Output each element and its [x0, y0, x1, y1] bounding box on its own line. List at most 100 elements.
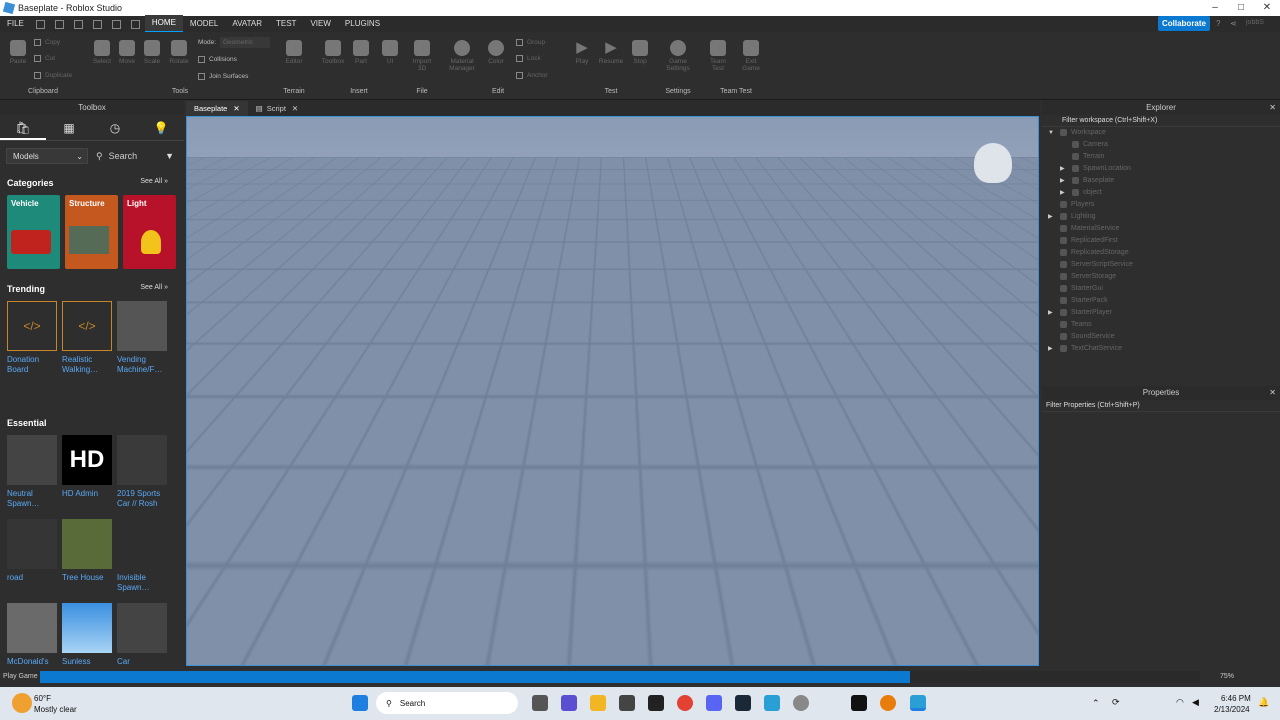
trending-item[interactable]: </> Realistic Walking… — [62, 301, 116, 375]
tree-item-soundservice[interactable]: SoundService — [1042, 331, 1280, 343]
toolbox-search[interactable]: ⚲ Search — [96, 151, 137, 162]
tree-item-materialservice[interactable]: MaterialService — [1042, 223, 1280, 235]
volume-icon[interactable]: ◀ — [1192, 697, 1199, 708]
tab-avatar[interactable]: AVATAR — [225, 16, 269, 32]
join-surfaces-checkbox[interactable]: Join Surfaces — [198, 73, 248, 80]
open-icon[interactable] — [54, 19, 64, 29]
menu-file[interactable]: FILE — [0, 16, 31, 32]
tree-item-replicatedfirst[interactable]: ReplicatedFirst — [1042, 235, 1280, 247]
close-icon[interactable]: ✕ — [233, 101, 239, 116]
color-button[interactable]: Color — [484, 40, 508, 65]
collapsed-arrow-icon[interactable]: ▶ — [1060, 163, 1065, 175]
material-manager-button[interactable]: Material Manager — [446, 40, 478, 72]
tab-view[interactable]: VIEW — [303, 16, 337, 32]
exit-game-button[interactable]: Exit Game — [737, 40, 765, 72]
new-icon[interactable] — [35, 19, 45, 29]
tree-item-startergui[interactable]: StarterGui — [1042, 283, 1280, 295]
mode-select[interactable]: Geometric — [220, 37, 270, 48]
tree-item-spawnlocation[interactable]: ▶ SpawnLocation — [1042, 163, 1280, 175]
tree-item-serverscriptservice[interactable]: ServerScriptService — [1042, 259, 1280, 271]
category-light[interactable]: Light — [123, 195, 176, 269]
close-button[interactable]: ✕ — [1254, 0, 1280, 16]
tree-item-terrain[interactable]: Terrain — [1042, 151, 1280, 163]
essential-item[interactable]: road — [7, 519, 61, 583]
blender-icon[interactable] — [880, 695, 896, 711]
network-icon[interactable]: ⟳ — [1112, 697, 1120, 708]
collapsed-arrow-icon[interactable]: ▶ — [1048, 343, 1053, 355]
cut-button[interactable]: Cut — [34, 55, 55, 62]
clock-date[interactable]: 2/13/2024 — [1214, 705, 1250, 714]
tree-item-object[interactable]: ▶ object — [1042, 187, 1280, 199]
clock-time[interactable]: 6:46 PM — [1221, 694, 1251, 703]
tree-item-starterplayer[interactable]: ▶ StarterPlayer — [1042, 307, 1280, 319]
stop-small-icon[interactable] — [92, 19, 102, 29]
essential-item[interactable]: 2019 Sports Car // Rosh — [117, 435, 171, 509]
toolbox-button[interactable]: Toolbox — [318, 40, 348, 65]
resume-button[interactable]: ▶ Resume — [597, 40, 625, 66]
teams-icon[interactable] — [561, 695, 577, 711]
taskbar-search[interactable]: ⚲ Search — [376, 692, 518, 714]
categories-see-all[interactable]: See All » — [140, 178, 168, 185]
stop-button[interactable]: Stop — [628, 40, 652, 65]
minimize-button[interactable]: – — [1202, 0, 1228, 16]
ui-button[interactable]: UI — [379, 40, 401, 65]
trending-item[interactable]: </> Donation Board — [7, 301, 61, 375]
essential-item[interactable]: HD HD Admin — [62, 435, 116, 499]
help-icon[interactable]: ? — [1216, 19, 1220, 28]
file-explorer-icon[interactable] — [590, 695, 606, 711]
inventory-tab-icon[interactable]: ▦ — [46, 115, 92, 140]
selected-part[interactable] — [552, 382, 604, 472]
duplicate-button[interactable]: Duplicate — [34, 72, 72, 79]
close-icon[interactable]: ✕ — [1269, 101, 1276, 115]
tree-item-lighting[interactable]: ▶ Lighting — [1042, 211, 1280, 223]
lock-button[interactable]: Lock — [516, 55, 541, 62]
notification-bell-icon[interactable]: 🔔 — [1258, 697, 1269, 708]
collaborate-button[interactable]: Collaborate — [1158, 16, 1210, 31]
essential-item[interactable]: Neutral Spawn… — [7, 435, 61, 509]
essential-item[interactable]: Tree House — [62, 519, 116, 583]
part-button[interactable]: Part — [350, 40, 372, 65]
rotate-button[interactable]: Rotate — [166, 40, 192, 65]
category-dropdown[interactable]: Models ⌄ — [6, 148, 88, 164]
redo-icon[interactable] — [130, 19, 140, 29]
game-settings-button[interactable]: Game Settings — [662, 40, 694, 72]
team-test-button[interactable]: Team Test — [704, 40, 732, 72]
view-selector-cube[interactable] — [974, 143, 1012, 183]
tab-test[interactable]: TEST — [269, 16, 303, 32]
undo-icon[interactable] — [111, 19, 121, 29]
roblox-icon[interactable] — [648, 695, 664, 711]
chevron-up-icon[interactable]: ⌃ — [1092, 698, 1100, 709]
essential-item[interactable]: McDonald's — [7, 603, 61, 667]
copy-button[interactable]: Copy — [34, 39, 60, 46]
collapsed-arrow-icon[interactable]: ▶ — [1048, 307, 1053, 319]
task-view-icon[interactable] — [532, 695, 548, 711]
close-icon[interactable]: ✕ — [1269, 386, 1276, 400]
collapsed-arrow-icon[interactable]: ▶ — [1048, 211, 1053, 223]
tab-home[interactable]: HOME — [144, 15, 183, 33]
share-icon[interactable]: ⋖ — [1230, 19, 1237, 28]
scale-button[interactable]: Scale — [140, 40, 164, 65]
trending-item[interactable]: Vending Machine/F… — [117, 301, 171, 375]
wifi-icon[interactable]: ◠ — [1176, 697, 1184, 708]
essential-item[interactable]: Sunless — [62, 603, 116, 667]
trending-see-all[interactable]: See All » — [140, 284, 168, 291]
tree-item-camera[interactable]: Camera — [1042, 139, 1280, 151]
expanded-arrow-icon[interactable]: ▼ — [1048, 127, 1054, 139]
group-button[interactable]: Group — [516, 39, 545, 46]
collisions-checkbox[interactable]: Collisions — [198, 56, 237, 63]
discord-icon[interactable] — [706, 695, 722, 711]
category-vehicle[interactable]: Vehicle — [7, 195, 60, 269]
weather-icon[interactable] — [12, 693, 32, 713]
tree-item-replicatedstorage[interactable]: ReplicatedStorage — [1042, 247, 1280, 259]
capcut-icon[interactable] — [851, 695, 867, 711]
filter-icon[interactable]: ▼ — [165, 151, 174, 161]
play-small-icon[interactable] — [73, 19, 83, 29]
tree-item-players[interactable]: Players — [1042, 199, 1280, 211]
chrome-icon[interactable] — [677, 695, 693, 711]
marketplace-tab-icon[interactable]: 🛍 — [0, 115, 46, 140]
start-icon[interactable] — [352, 695, 368, 711]
close-icon[interactable]: ✕ — [292, 101, 298, 116]
roblox-studio-active-icon[interactable] — [910, 695, 926, 711]
collapsed-arrow-icon[interactable]: ▶ — [1060, 187, 1065, 199]
tab-baseplate[interactable]: Baseplate ✕ — [186, 101, 248, 116]
